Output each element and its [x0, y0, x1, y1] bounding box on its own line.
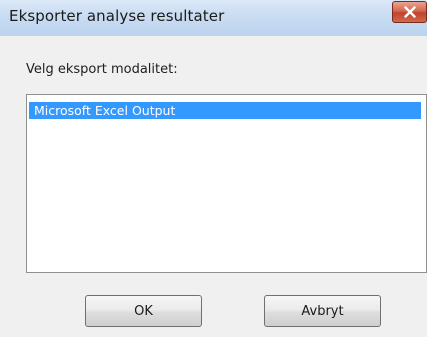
close-icon — [404, 6, 416, 18]
export-modality-list[interactable]: Microsoft Excel Output — [26, 94, 427, 273]
close-button[interactable] — [392, 1, 427, 23]
dialog-window: Eksporter analyse resultater Velg ekspor… — [0, 0, 427, 337]
cancel-button[interactable]: Avbryt — [264, 295, 381, 327]
window-title: Eksporter analyse resultater — [9, 7, 225, 25]
ok-button[interactable]: OK — [85, 295, 202, 327]
export-modality-label: Velg eksport modalitet: — [26, 62, 178, 77]
title-bar[interactable]: Eksporter analyse resultater — [0, 0, 427, 36]
list-item-excel-output[interactable]: Microsoft Excel Output — [29, 102, 421, 119]
